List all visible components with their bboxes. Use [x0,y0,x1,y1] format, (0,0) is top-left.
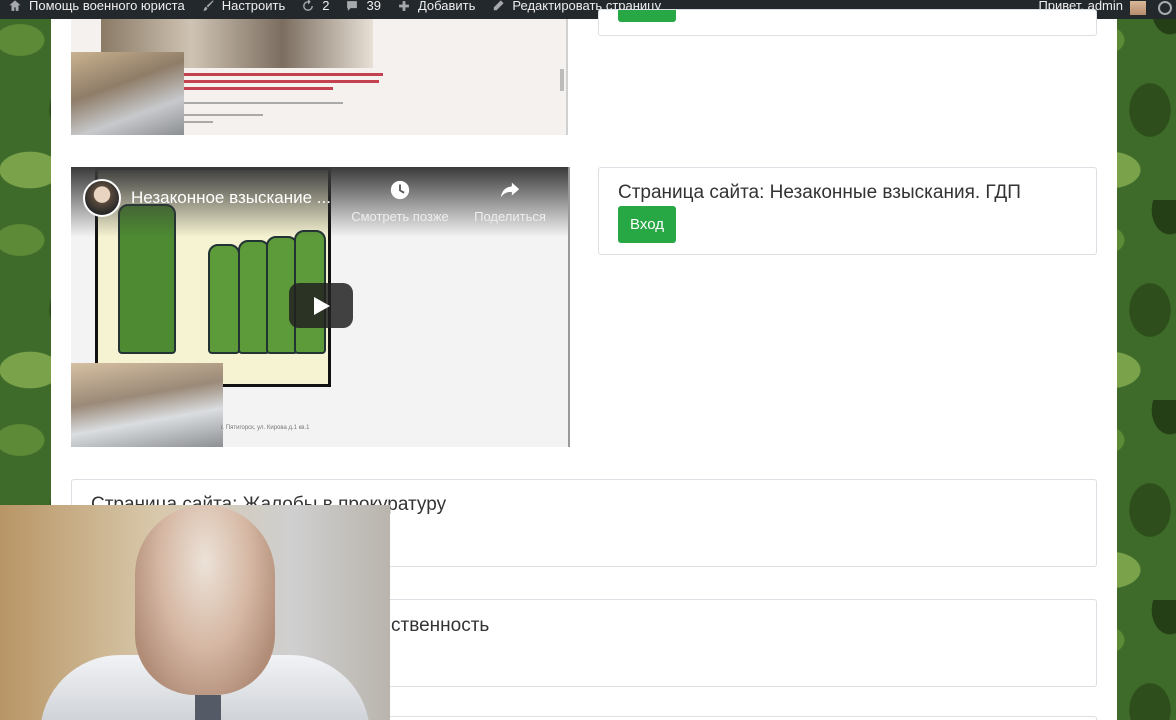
avatar [1130,0,1146,15]
comic-figure [208,244,240,354]
search-icon[interactable] [1158,0,1172,15]
home-icon [9,0,21,11]
thumbnail-text-line [183,121,213,123]
webcam-overlay [0,505,390,720]
thumbnail-text-line [183,87,333,90]
new-content-label: Добавить [417,0,476,13]
card-title: Страница сайта: Незаконные взыскания. ГД… [618,182,1021,203]
share-label: Поделиться [474,209,546,224]
thumbnail-text-line [183,73,383,76]
youtube-player[interactable]: Незаконное взыскание ... Смотреть позже … [71,167,570,447]
pencil-icon [494,0,505,10]
updates-link[interactable]: 2 [293,0,337,15]
video-footer-text: г. Пятигорск, ул. Кирова д.1 кв.1 [221,425,310,431]
webcam-person-tie [195,695,221,720]
presenter-video-inset [71,52,184,135]
page-card-top [598,9,1097,36]
watch-later-button[interactable]: Смотреть позже [350,179,450,224]
webcam-person-head [135,505,275,695]
comments-count: 39 [366,0,381,13]
plus-icon [399,0,409,11]
presenter-video-inset [71,363,223,447]
card-title: ственность [391,615,490,636]
customize-label: Настроить [221,0,286,13]
play-button[interactable] [289,283,353,328]
comments-link[interactable]: 39 [337,0,388,15]
updates-count: 2 [322,0,330,13]
watch-later-label: Смотреть позже [351,209,449,224]
new-content-link[interactable]: Добавить [389,0,483,15]
share-icon [500,182,520,198]
page-card-penalties: Страница сайта: Незаконные взыскания. ГД… [598,167,1097,255]
clock-icon [390,180,410,200]
video-title[interactable]: Незаконное взыскание ... [131,188,341,208]
thumbnail-text-line [183,114,263,116]
updates-icon [303,0,314,11]
video-embed-top[interactable] [71,19,568,135]
site-name-link[interactable]: Помощь военного юриста [0,0,193,15]
login-button[interactable]: Вход [618,206,676,243]
brush-icon [202,0,214,11]
login-button-top[interactable] [618,10,676,22]
channel-avatar[interactable] [83,179,121,217]
site-name-label: Помощь военного юриста [29,0,185,13]
thumbnail-text-line [183,102,343,104]
thumbnail-text-line [183,80,379,83]
share-button[interactable]: Поделиться [460,179,560,224]
comment-icon [347,0,358,11]
customize-link[interactable]: Настроить [193,0,294,15]
scrollbar[interactable] [560,69,564,91]
